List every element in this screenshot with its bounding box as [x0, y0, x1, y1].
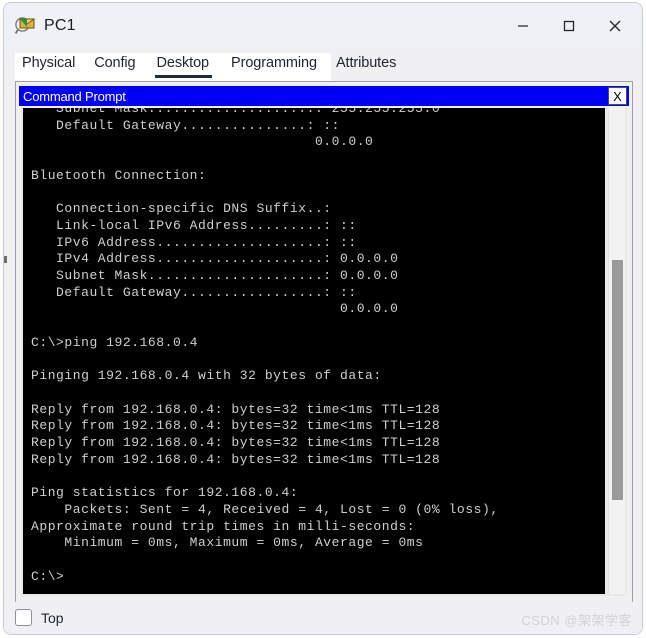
terminal-scrollbar[interactable] [608, 108, 625, 594]
window-bottom-bar: Top CSDN @架架学客 [4, 602, 642, 634]
window-title-bar: PC1 [4, 3, 642, 48]
command-prompt-window: Command Prompt X Subnet Mask............… [19, 86, 629, 599]
maximize-button[interactable] [546, 6, 592, 46]
window-controls [500, 3, 638, 48]
pc1-device-window: PC1 Physical Config Desktop Programming … [3, 2, 643, 635]
tab-physical[interactable]: Physical [22, 53, 75, 78]
close-button[interactable] [592, 6, 638, 46]
packet-tracer-envelope-icon [14, 15, 36, 37]
top-checkbox-row[interactable]: Top [15, 609, 64, 626]
tab-config[interactable]: Config [94, 53, 135, 78]
tab-desktop[interactable]: Desktop [154, 53, 213, 78]
terminal-output-screen[interactable]: Subnet Mask....................: 255.255… [23, 108, 605, 594]
terminal-area: Subnet Mask....................: 255.255… [21, 108, 627, 596]
tab-attributes[interactable]: Attributes [336, 53, 396, 78]
top-checkbox[interactable] [15, 609, 32, 626]
window-edge-marker [4, 256, 7, 263]
tab-programming[interactable]: Programming [231, 53, 317, 78]
terminal-scrollbar-thumb[interactable] [612, 260, 623, 500]
command-prompt-title-bar[interactable]: Command Prompt X [19, 86, 629, 106]
device-tab-strip: Physical Config Desktop Programming Attr… [15, 53, 396, 81]
top-checkbox-label: Top [41, 609, 64, 626]
csdn-watermark: CSDN @架架学客 [521, 613, 632, 628]
terminal-output-text: Subnet Mask....................: 255.255… [31, 108, 499, 584]
window-title: PC1 [44, 16, 76, 34]
minimize-button[interactable] [500, 6, 546, 46]
command-prompt-title: Command Prompt [23, 88, 126, 104]
desktop-tab-panel: Command Prompt X Subnet Mask............… [15, 81, 633, 604]
command-prompt-close-button[interactable]: X [608, 87, 627, 105]
